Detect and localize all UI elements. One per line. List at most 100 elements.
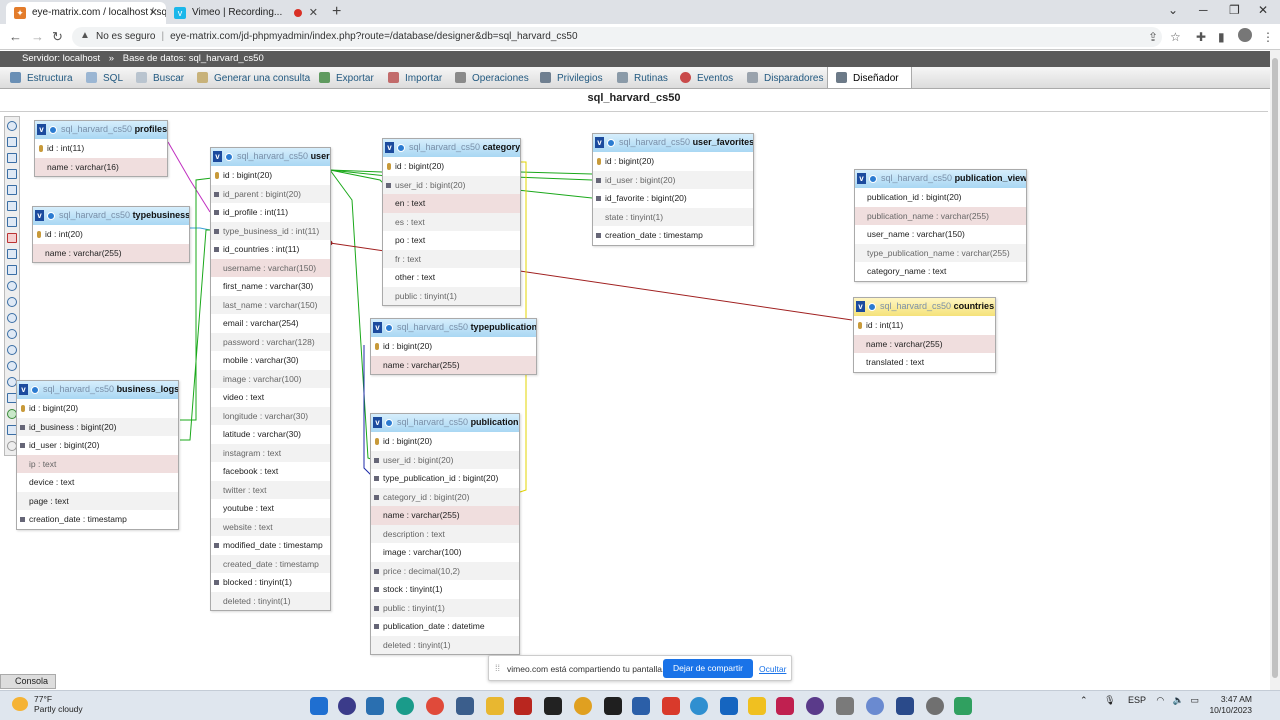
display-icon[interactable]	[225, 153, 233, 161]
column-row[interactable]: id_countries : int(11)	[211, 240, 330, 259]
column-row[interactable]: state : tinyint(1)	[593, 207, 753, 226]
stop-sharing-button[interactable]: Dejar de compartir	[663, 659, 753, 678]
column-row[interactable]: twitter : text	[211, 480, 330, 499]
column-row[interactable]: name : varchar(255)	[371, 506, 519, 525]
column-row[interactable]: category_id : bigint(20)	[371, 487, 519, 506]
obs-icon[interactable]	[806, 697, 824, 715]
display-icon[interactable]	[47, 212, 55, 220]
toggle-columns-icon[interactable]: v	[385, 142, 394, 153]
column-row[interactable]: type_publication_name : varchar(255)	[855, 243, 1026, 262]
table-profiles[interactable]: v sql_harvard_cs50 profiles id : int(11) …	[34, 120, 168, 177]
column-row[interactable]: id : bigint(20)	[211, 166, 330, 185]
display-icon[interactable]	[385, 419, 393, 427]
column-row[interactable]: id : bigint(20)	[383, 157, 520, 176]
column-row[interactable]: user_id : bigint(20)	[371, 450, 519, 469]
column-row[interactable]: other : text	[383, 268, 520, 287]
column-row[interactable]: image : varchar(100)	[211, 369, 330, 388]
app-icon[interactable]	[866, 697, 884, 715]
column-row[interactable]: id : bigint(20)	[17, 399, 178, 418]
column-row[interactable]: deleted : tinyint(1)	[211, 591, 330, 610]
terminal-icon[interactable]	[544, 697, 562, 715]
column-row[interactable]: es : text	[383, 212, 520, 231]
column-row[interactable]: id_business : bigint(20)	[17, 417, 178, 436]
column-row[interactable]: type_publication_id : bigint(20)	[371, 469, 519, 488]
task-view-icon[interactable]	[366, 697, 384, 715]
toggle-columns-icon[interactable]: v	[213, 151, 222, 162]
column-row[interactable]: category_name : text	[855, 262, 1026, 281]
search-icon[interactable]	[338, 697, 356, 715]
table-header[interactable]: v sql_harvard_cs50 typebusiness	[33, 207, 189, 225]
weather-widget[interactable]: 77°F Partly cloudy	[12, 694, 83, 714]
chrome-icon[interactable]	[426, 697, 444, 715]
app-icon[interactable]	[748, 697, 766, 715]
teamviewer-icon[interactable]	[720, 697, 738, 715]
table-header[interactable]: v sql_harvard_cs50 business_logs	[17, 381, 178, 399]
column-row[interactable]: public : tinyint(1)	[371, 598, 519, 617]
toggle-columns-icon[interactable]: v	[35, 210, 44, 221]
column-row[interactable]: publication_date : datetime	[371, 617, 519, 636]
column-row[interactable]: created_date : timestamp	[211, 554, 330, 573]
column-row[interactable]: mobile : varchar(30)	[211, 351, 330, 370]
column-row[interactable]: description : text	[371, 524, 519, 543]
column-row[interactable]: id_parent : bigint(20)	[211, 184, 330, 203]
column-row[interactable]: modified_date : timestamp	[211, 536, 330, 555]
column-row[interactable]: youtube : text	[211, 499, 330, 518]
column-row[interactable]: username : varchar(150)	[211, 258, 330, 277]
toggle-columns-icon[interactable]: v	[595, 137, 604, 148]
toggle-columns-icon[interactable]: v	[373, 322, 382, 333]
toggle-columns-icon[interactable]: v	[373, 417, 382, 428]
display-icon[interactable]	[31, 386, 39, 394]
scrollbar-thumb[interactable]	[1272, 58, 1278, 678]
edge-icon[interactable]	[396, 697, 414, 715]
column-row[interactable]: id : int(20)	[33, 225, 189, 244]
column-row[interactable]: id_user : bigint(20)	[593, 170, 753, 189]
chevron-up-icon[interactable]: ⌃	[1080, 695, 1088, 705]
volume-icon[interactable]: 🔈	[1173, 695, 1184, 705]
table-header[interactable]: v sql_harvard_cs50 user_favorites	[593, 134, 753, 152]
column-row[interactable]: name : varchar(255)	[371, 355, 536, 374]
column-row[interactable]: user_name : varchar(150)	[855, 225, 1026, 244]
column-row[interactable]: public : tinyint(1)	[383, 286, 520, 305]
start-icon[interactable]	[310, 697, 328, 715]
column-row[interactable]: id : bigint(20)	[371, 337, 536, 356]
microphone-icon[interactable]: 🎙	[1104, 695, 1115, 705]
column-row[interactable]: id : int(11)	[35, 139, 167, 158]
table-user-favorites[interactable]: v sql_harvard_cs50 user_favorites id : bi…	[592, 133, 754, 246]
column-row[interactable]: instagram : text	[211, 443, 330, 462]
filezilla-icon[interactable]	[514, 697, 532, 715]
column-row[interactable]: publication_id : bigint(20)	[855, 188, 1026, 207]
toggle-columns-icon[interactable]: v	[856, 301, 865, 312]
display-icon[interactable]	[869, 175, 877, 183]
column-row[interactable]: latitude : varchar(30)	[211, 425, 330, 444]
column-row[interactable]: stock : tinyint(1)	[371, 580, 519, 599]
column-row[interactable]: deleted : tinyint(1)	[371, 635, 519, 654]
column-row[interactable]: device : text	[17, 473, 178, 492]
app-icon[interactable]	[954, 697, 972, 715]
column-row[interactable]: facebook : text	[211, 462, 330, 481]
table-business-logs[interactable]: v sql_harvard_cs50 business_logs id : big…	[16, 380, 179, 530]
column-row[interactable]: id : bigint(20)	[371, 432, 519, 451]
column-row[interactable]: id_user : bigint(20)	[17, 436, 178, 455]
file-explorer-icon[interactable]	[486, 697, 504, 715]
app-icon[interactable]	[690, 697, 708, 715]
app-icon[interactable]	[896, 697, 914, 715]
column-row[interactable]: id_profile : int(11)	[211, 203, 330, 222]
column-row[interactable]: first_name : varchar(30)	[211, 277, 330, 296]
table-user[interactable]: v sql_harvard_cs50 user id : bigint(20) id…	[210, 147, 331, 611]
app-icon[interactable]	[604, 697, 622, 715]
column-row[interactable]: image : varchar(100)	[371, 543, 519, 562]
column-row[interactable]: website : text	[211, 517, 330, 536]
table-header[interactable]: v sql_harvard_cs50 publication_view	[855, 170, 1026, 188]
hide-share-bar-link[interactable]: Ocultar	[759, 664, 786, 674]
wifi-icon[interactable]: ◠	[1156, 695, 1164, 705]
column-row[interactable]: translated : text	[854, 353, 995, 372]
page-scrollbar[interactable]	[1270, 50, 1280, 690]
column-row[interactable]: page : text	[17, 491, 178, 510]
console-toggle[interactable]: Consola	[0, 674, 56, 689]
column-row[interactable]: blocked : tinyint(1)	[211, 573, 330, 592]
clock[interactable]: 3:47 AM 10/10/2023	[1206, 694, 1252, 716]
language-indicator[interactable]: ESP	[1128, 695, 1146, 705]
column-row[interactable]: id : int(11)	[854, 316, 995, 335]
app-icon[interactable]	[776, 697, 794, 715]
column-row[interactable]: longitude : varchar(30)	[211, 406, 330, 425]
